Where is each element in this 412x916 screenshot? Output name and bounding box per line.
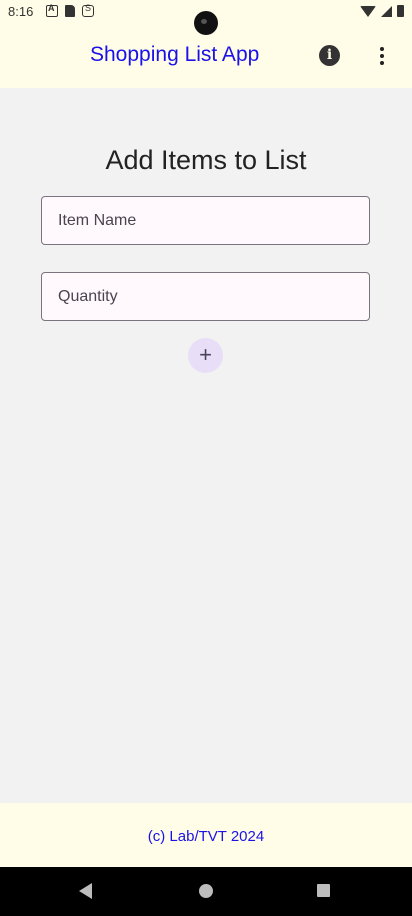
item-name-input[interactable] — [41, 196, 370, 245]
status-time: 8:16 — [8, 4, 34, 19]
sd-card-icon — [65, 5, 75, 17]
plus-icon: + — [199, 342, 212, 367]
status-notification-icons — [46, 3, 94, 17]
wifi-icon — [360, 5, 376, 17]
font-a-icon — [46, 3, 58, 17]
app-title: Shopping List App — [90, 43, 260, 66]
back-icon[interactable] — [79, 883, 92, 899]
sync-icon — [82, 3, 94, 17]
camera-cutout — [194, 11, 218, 35]
system-nav-bar — [0, 867, 412, 916]
bottom-bar: (c) Lab/TVT 2024 — [0, 803, 412, 867]
home-icon[interactable] — [199, 884, 213, 898]
footer-copyright: (c) Lab/TVT 2024 — [147, 828, 265, 845]
info-icon[interactable]: i — [319, 45, 340, 66]
quantity-input[interactable] — [41, 272, 370, 321]
battery-icon — [397, 5, 404, 17]
recents-icon[interactable] — [317, 884, 330, 897]
status-system-icons — [360, 5, 404, 17]
more-vert-icon[interactable] — [372, 44, 392, 68]
add-item-button[interactable]: + — [188, 338, 223, 373]
signal-icon — [381, 5, 392, 17]
page-title: Add Items to List — [105, 145, 307, 175]
